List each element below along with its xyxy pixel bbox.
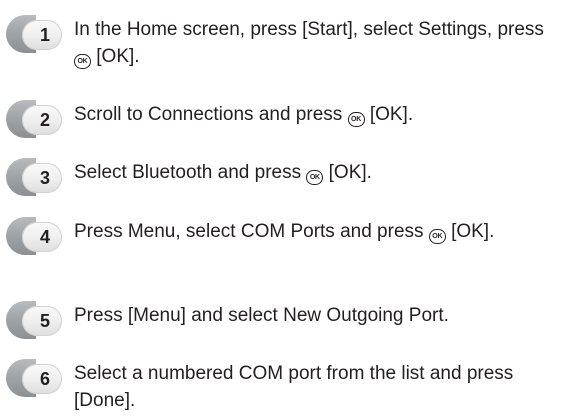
step-text: Select a numbered COM port from the list… bbox=[74, 363, 514, 411]
step-number: 3 bbox=[40, 168, 51, 188]
ok-key-icon: OK bbox=[306, 170, 324, 185]
step-text: Select Bluetooth and press OK [OK]. bbox=[74, 159, 552, 186]
step-number-badge: 4 bbox=[6, 217, 62, 255]
step-text: Scroll to Connections and press OK [OK]. bbox=[74, 101, 552, 128]
step-number-badge: 3 bbox=[6, 158, 62, 196]
step-text-after: [OK]. bbox=[364, 104, 414, 125]
step-number: 2 bbox=[40, 110, 51, 130]
step-list: 1 In the Home screen, press [Start], sel… bbox=[0, 0, 564, 420]
step-text-before: In the Home screen, press [Start], selec… bbox=[74, 19, 544, 40]
step-number: 1 bbox=[40, 25, 51, 45]
ok-key-icon: OK bbox=[428, 229, 446, 244]
step-text-after: [OK]. bbox=[323, 162, 372, 183]
step-text-before: Select Bluetooth and press bbox=[74, 162, 307, 183]
step-text-after: [OK]. bbox=[91, 46, 140, 67]
step-number-badge: 1 bbox=[6, 15, 62, 53]
step-text-before: Scroll to Connections and press bbox=[74, 104, 348, 125]
ok-key-icon: OK bbox=[347, 112, 365, 127]
step-number-badge: 6 bbox=[6, 359, 62, 397]
step-number: 6 bbox=[40, 369, 51, 389]
ok-key-icon: OK bbox=[74, 54, 91, 69]
step-number: 4 bbox=[40, 227, 51, 247]
step-number-badge: 2 bbox=[6, 100, 62, 138]
step-text-before: Press Menu, select COM Ports and press bbox=[74, 221, 429, 242]
step-text: Press Menu, select COM Ports and press O… bbox=[74, 218, 552, 245]
step-text: In the Home screen, press [Start], selec… bbox=[74, 16, 552, 70]
step-text: Press [Menu] and select New Outgoing Por… bbox=[74, 305, 449, 326]
step-text-after: [OK]. bbox=[445, 221, 495, 242]
step-number: 5 bbox=[40, 311, 51, 331]
step-number-badge: 5 bbox=[6, 301, 62, 339]
